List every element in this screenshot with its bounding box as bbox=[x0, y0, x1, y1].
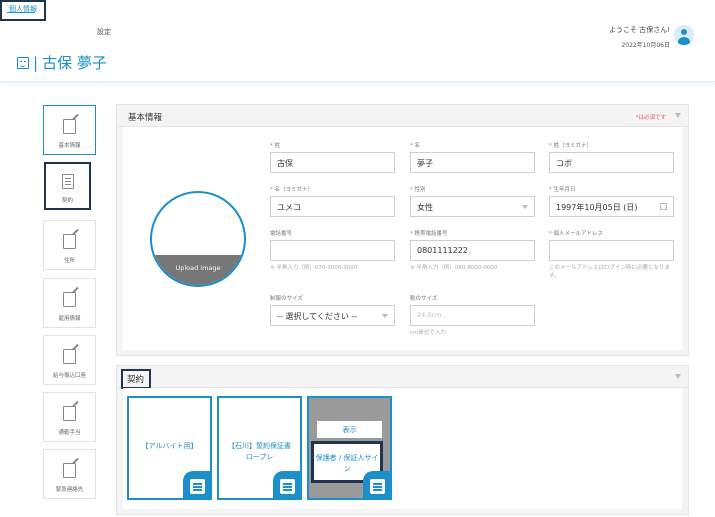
edit-icon bbox=[63, 292, 76, 307]
chevron-down-icon bbox=[522, 205, 528, 209]
sidebar-item-basic-info[interactable]: 基本情報 bbox=[43, 105, 96, 155]
panel-title: 契約 bbox=[121, 369, 152, 389]
edit-icon bbox=[63, 349, 76, 364]
edit-icon bbox=[63, 463, 76, 478]
field-gender: * 性別 女性 bbox=[410, 185, 535, 217]
welcome-block: ようこそ 古保さん! 2022年10月06日 bbox=[609, 25, 670, 49]
uniform-size-select[interactable]: -- 選択してください -- bbox=[270, 305, 395, 326]
page-title: | 古保 夢子 bbox=[17, 52, 107, 73]
field-note: ※ 半角入力（例）030-3000-0000 bbox=[270, 265, 358, 271]
edit-icon bbox=[63, 406, 76, 421]
document-icon bbox=[183, 471, 212, 500]
sidebar-item-label: 緊急連絡先 bbox=[55, 487, 84, 493]
contract-card-hover[interactable]: 表示 保護者 / 保証人サイン bbox=[307, 396, 392, 500]
contract-card-title: 【石川】誓約保証書ロープレ bbox=[228, 442, 291, 461]
tab-personal-info[interactable]: 個人情報 bbox=[0, 0, 46, 21]
sidebar-item-commute[interactable]: 通勤手当 bbox=[43, 392, 96, 442]
gender-select[interactable]: 女性 bbox=[410, 196, 535, 217]
chevron-down-icon bbox=[382, 314, 388, 318]
welcome-text: ようこそ 古保さん! bbox=[608, 26, 670, 34]
field-label: * 生年月日 bbox=[549, 187, 576, 193]
edit-icon bbox=[63, 119, 76, 134]
sidebar-item-label: 通勤手当 bbox=[58, 430, 81, 436]
field-mobile: * 携帯電話番号 0801111222 ※ 半角入力（例）080-8000-00… bbox=[410, 229, 535, 272]
field-label: 制服のサイズ bbox=[270, 296, 303, 302]
field-note: cm単位で入力 bbox=[410, 330, 446, 336]
field-birthday: * 生年月日 1997年10月05日 (日) bbox=[549, 185, 674, 217]
mei-input[interactable]: 夢子 bbox=[410, 152, 535, 173]
field-sei-kana: * 姓（ヨミガナ） コボ bbox=[549, 141, 674, 173]
field-label: * 名（ヨミガナ） bbox=[270, 187, 314, 193]
panel-header[interactable]: 契約 bbox=[117, 366, 688, 389]
sidebar-item-label: 契約 bbox=[61, 198, 73, 204]
field-sei: * 姓 古保 bbox=[270, 141, 395, 173]
document-icon bbox=[62, 174, 74, 189]
sei-input[interactable]: 古保 bbox=[270, 152, 395, 173]
sidebar-item-label: 給与振込口座 bbox=[52, 373, 86, 379]
contract-card-title: 【アルバイト用】 bbox=[141, 442, 198, 450]
document-icon bbox=[363, 471, 392, 500]
field-label: * 個人メールアドレス bbox=[549, 231, 604, 237]
field-label: * 姓（ヨミガナ） bbox=[549, 143, 593, 149]
panel-header[interactable]: 基本情報 *は必須です bbox=[117, 105, 688, 127]
edit-icon bbox=[63, 234, 76, 249]
contract-card[interactable]: 【アルバイト用】 bbox=[127, 396, 212, 500]
app-header: 個人情報 設定 | 古保 夢子 ようこそ 古保さん! 2022年10月06日 bbox=[0, 0, 715, 82]
email-input[interactable] bbox=[549, 240, 674, 261]
birthday-input[interactable]: 1997年10月05日 (日) bbox=[549, 196, 674, 217]
sidebar-item-label: 雇用情報 bbox=[58, 316, 81, 322]
current-date: 2022年10月06日 bbox=[621, 42, 670, 49]
collapse-icon[interactable] bbox=[675, 113, 681, 118]
field-label: * 携帯電話番号 bbox=[410, 231, 448, 237]
page-title-text: 古保 夢子 bbox=[42, 54, 107, 72]
field-shoe-size: 靴のサイズ 24.5cm cm単位で入力 bbox=[410, 294, 535, 337]
sidebar-item-employment[interactable]: 雇用情報 bbox=[43, 278, 96, 328]
document-icon bbox=[273, 471, 302, 500]
sidebar-item-bank-account[interactable]: 給与振込口座 bbox=[43, 335, 96, 385]
sidebar-item-contract[interactable]: 契約 bbox=[44, 162, 91, 210]
field-mei-kana: * 名（ヨミガナ） ユメコ bbox=[270, 185, 395, 217]
collapse-icon[interactable] bbox=[675, 374, 681, 379]
sidebar-item-emergency[interactable]: 緊急連絡先 bbox=[43, 449, 96, 499]
show-button[interactable]: 表示 bbox=[317, 421, 382, 438]
field-note: ※ 半角入力（例）080-8000-0000 bbox=[410, 265, 498, 271]
mei-kana-input[interactable]: ユメコ bbox=[270, 196, 395, 217]
calendar-icon[interactable] bbox=[660, 203, 667, 210]
field-email: * 個人メールアドレス このメールアドレスはログイン時に必要となります。 bbox=[549, 229, 674, 280]
tab-settings[interactable]: 設定 bbox=[97, 27, 111, 37]
field-label: 靴のサイズ bbox=[410, 296, 438, 302]
sidebar-item-address[interactable]: 住所 bbox=[43, 220, 96, 270]
field-label: * 名 bbox=[410, 143, 421, 149]
sidebar-item-label: 住所 bbox=[63, 258, 75, 264]
sei-kana-input[interactable]: コボ bbox=[549, 152, 674, 173]
field-mei: * 名 夢子 bbox=[410, 141, 535, 173]
sidebar-item-label: 基本情報 bbox=[58, 143, 81, 149]
photo-upload[interactable]: Upload image bbox=[150, 191, 246, 287]
field-phone: 電話番号 ※ 半角入力（例）030-3000-0000 bbox=[270, 229, 395, 272]
mobile-input[interactable]: 0801111222 bbox=[410, 240, 535, 261]
face-icon bbox=[17, 56, 29, 69]
tab-underline bbox=[7, 12, 35, 13]
field-label: 電話番号 bbox=[270, 231, 293, 237]
panel-title: 基本情報 bbox=[128, 113, 163, 123]
upload-image-label: Upload image bbox=[152, 255, 244, 285]
shoe-size-input[interactable]: 24.5cm bbox=[410, 305, 535, 326]
field-note: このメールアドレスはログイン時に必要となります。 bbox=[549, 265, 670, 279]
phone-input[interactable] bbox=[270, 240, 395, 261]
contract-card[interactable]: 【石川】誓約保証書ロープレ bbox=[217, 396, 302, 500]
field-label: * 性別 bbox=[410, 187, 426, 193]
field-label: * 姓 bbox=[270, 143, 281, 149]
field-uniform-size: 制服のサイズ -- 選択してください -- bbox=[270, 294, 395, 326]
required-note: *は必須です bbox=[635, 115, 666, 121]
user-icon[interactable] bbox=[674, 25, 694, 45]
